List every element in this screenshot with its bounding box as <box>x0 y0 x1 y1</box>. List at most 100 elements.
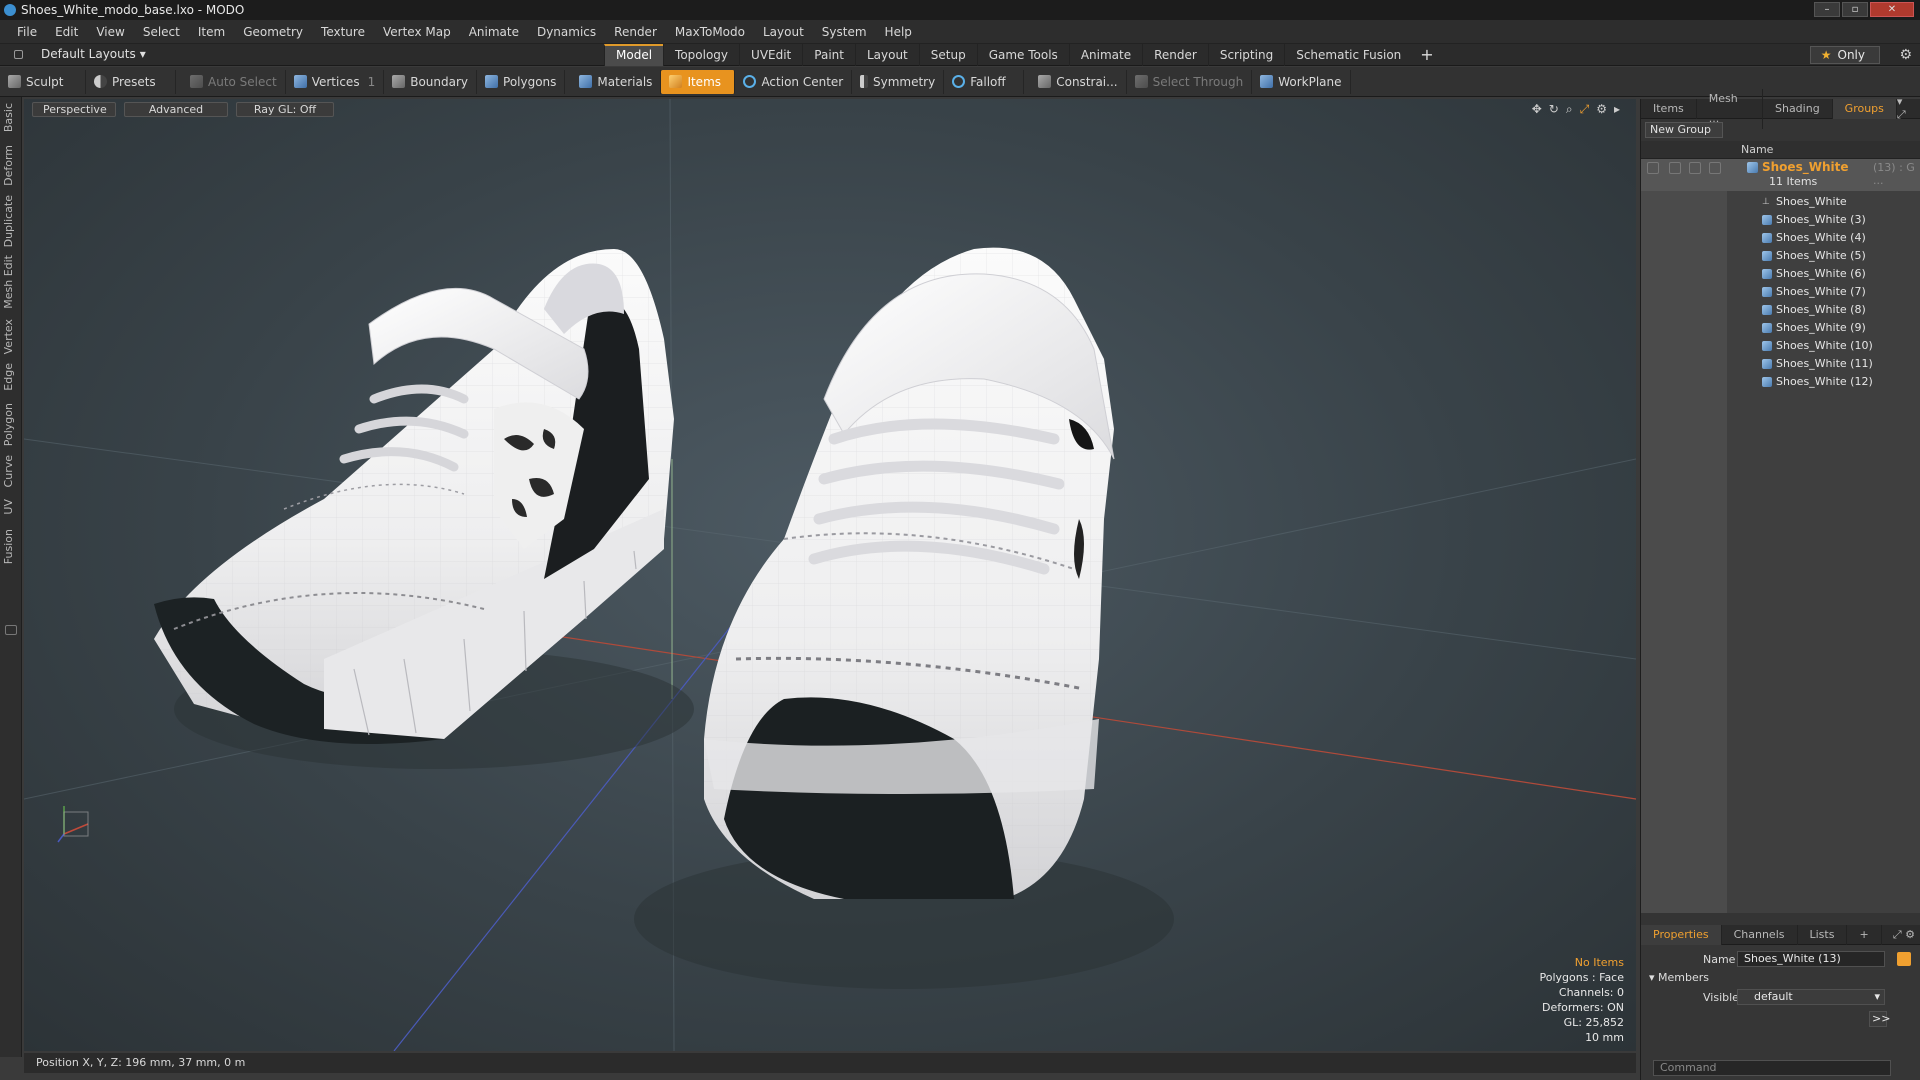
presets-button[interactable]: Presets <box>86 69 176 94</box>
sculpt-button[interactable]: Sculpt <box>0 69 86 94</box>
move-view-icon[interactable]: ✥ <box>1532 102 1542 117</box>
tab-scripting[interactable]: Scripting <box>1207 44 1284 66</box>
3d-viewport[interactable]: Perspective Advanced Ray GL: Off ✥ ↻ ⌕ ⤢… <box>24 99 1636 1051</box>
lock-icon[interactable] <box>1669 162 1681 174</box>
menu-maxtomodo[interactable]: MaxToModo <box>666 20 754 44</box>
menu-texture[interactable]: Texture <box>312 20 374 44</box>
vtab-uv[interactable]: UV <box>2 499 20 515</box>
tab-animate[interactable]: Animate <box>1068 44 1142 66</box>
command-input[interactable]: Command <box>1653 1060 1891 1076</box>
list-item[interactable]: Shoes_White (12) <box>1641 373 1920 391</box>
viewport-settings-icon[interactable]: ⚙ <box>1596 102 1607 117</box>
list-item[interactable]: Shoes_White (9) <box>1641 319 1920 337</box>
name-field[interactable]: Shoes_White (13) <box>1737 951 1885 967</box>
viewport-expand-icon[interactable]: ▸ <box>1614 102 1620 117</box>
tab-render[interactable]: Render <box>1142 44 1208 66</box>
menu-item[interactable]: Item <box>189 20 234 44</box>
vtab-deform[interactable]: Deform <box>2 145 20 186</box>
list-item[interactable]: Shoes_White (4) <box>1641 229 1920 247</box>
group-row[interactable]: Shoes_White (13) : G ... 11 Items <box>1641 159 1920 191</box>
close-button[interactable]: ✕ <box>1870 2 1914 17</box>
tab-uvedit[interactable]: UVEdit <box>739 44 802 66</box>
add-props-tab-button[interactable]: + <box>1847 924 1882 945</box>
menu-layout[interactable]: Layout <box>754 20 813 44</box>
only-button[interactable]: ★ Only <box>1809 46 1880 64</box>
menu-render[interactable]: Render <box>605 20 666 44</box>
list-item[interactable]: Shoes_White (10) <box>1641 337 1920 355</box>
visible-dropdown[interactable]: default ▾ <box>1737 989 1885 1005</box>
vtab-basic[interactable]: Basic <box>2 103 20 132</box>
panel-toggle-icon[interactable] <box>5 625 17 635</box>
name-column-header[interactable]: Name <box>1741 143 1773 156</box>
menu-select[interactable]: Select <box>134 20 189 44</box>
view-type-button[interactable]: Perspective <box>32 102 116 117</box>
boundary-button[interactable]: Boundary <box>384 69 478 94</box>
menu-geometry[interactable]: Geometry <box>234 20 312 44</box>
vtab-polygon[interactable]: Polygon <box>2 403 20 446</box>
list-item[interactable]: Shoes_White (6) <box>1641 265 1920 283</box>
eye-icon[interactable] <box>1647 162 1659 174</box>
members-section[interactable]: ▾ Members <box>1649 971 1709 984</box>
list-item[interactable]: Shoes_White (11) <box>1641 355 1920 373</box>
vertices-button[interactable]: Vertices 1 <box>286 69 385 94</box>
tab-properties[interactable]: Properties <box>1641 924 1722 945</box>
workplane-button[interactable]: WorkPlane <box>1252 69 1351 94</box>
tab-setup[interactable]: Setup <box>918 44 977 66</box>
vtab-vertex[interactable]: Vertex <box>2 319 20 354</box>
props-settings-icon[interactable]: ⤢ ⚙ <box>1893 928 1920 942</box>
list-item[interactable]: Shoes_White (7) <box>1641 283 1920 301</box>
list-item[interactable]: Shoes_White (8) <box>1641 301 1920 319</box>
vtab-mesh-edit[interactable]: Mesh Edit <box>2 255 20 309</box>
add-tab-button[interactable]: + <box>1412 44 1441 66</box>
symmetry-button[interactable]: Symmetry <box>852 69 945 94</box>
minimize-button[interactable]: – <box>1814 2 1840 17</box>
vtab-fusion[interactable]: Fusion <box>2 529 20 564</box>
layout-dropdown[interactable]: Default Layouts ▾ <box>14 47 146 61</box>
vtab-duplicate[interactable]: Duplicate <box>2 195 20 247</box>
polygons-button[interactable]: Polygons <box>477 69 566 94</box>
auto-select-button[interactable]: Auto Select <box>182 69 286 94</box>
menu-dynamics[interactable]: Dynamics <box>528 20 605 44</box>
tab-shading[interactable]: Shading <box>1763 98 1833 119</box>
action-center-button[interactable]: Action Center <box>735 69 853 94</box>
tab-model[interactable]: Model <box>604 44 664 66</box>
vtab-curve[interactable]: Curve <box>2 455 20 487</box>
tab-topology[interactable]: Topology <box>663 44 739 66</box>
menu-animate[interactable]: Animate <box>460 20 528 44</box>
maximize-button[interactable]: ▫ <box>1842 2 1868 17</box>
gear-icon[interactable]: ⚙ <box>1899 47 1912 63</box>
menu-edit[interactable]: Edit <box>46 20 87 44</box>
tab-channels[interactable]: Channels <box>1722 924 1798 945</box>
tab-schematic-fusion[interactable]: Schematic Fusion <box>1284 44 1412 66</box>
fit-view-icon[interactable]: ⤢ <box>1580 102 1590 117</box>
items-button[interactable]: Items <box>661 69 736 94</box>
raygl-button[interactable]: Ray GL: Off <box>236 102 334 117</box>
list-item[interactable]: ⊥ Shoes_White <box>1641 193 1920 211</box>
select-icon[interactable] <box>1709 162 1721 174</box>
menu-file[interactable]: File <box>8 20 46 44</box>
constraints-button[interactable]: Constrai... <box>1030 69 1127 94</box>
tab-groups[interactable]: Groups <box>1832 98 1897 119</box>
tab-paint[interactable]: Paint <box>802 44 855 66</box>
panel-menu-icon[interactable]: ▾ ⤢ <box>1897 95 1920 122</box>
menu-view[interactable]: View <box>87 20 133 44</box>
rotate-view-icon[interactable]: ↻ <box>1549 102 1559 117</box>
zoom-view-icon[interactable]: ⌕ <box>1566 102 1573 117</box>
more-button[interactable]: >> <box>1869 1011 1890 1027</box>
shading-mode-button[interactable]: Advanced <box>124 102 228 117</box>
menu-help[interactable]: Help <box>876 20 921 44</box>
tab-layout[interactable]: Layout <box>854 44 919 66</box>
render-icon[interactable] <box>1689 162 1701 174</box>
vtab-edge[interactable]: Edge <box>2 363 20 391</box>
group-color-swatch[interactable] <box>1897 952 1911 966</box>
tab-lists[interactable]: Lists <box>1798 924 1848 945</box>
list-item[interactable]: Shoes_White (5) <box>1641 247 1920 265</box>
tab-game-tools[interactable]: Game Tools <box>976 44 1069 66</box>
materials-button[interactable]: Materials <box>571 69 662 94</box>
select-through-button[interactable]: Select Through <box>1127 69 1253 94</box>
menu-vertex-map[interactable]: Vertex Map <box>374 20 460 44</box>
falloff-button[interactable]: Falloff <box>944 69 1025 94</box>
tab-items[interactable]: Items <box>1641 98 1697 119</box>
menu-system[interactable]: System <box>813 20 876 44</box>
list-item[interactable]: Shoes_White (3) <box>1641 211 1920 229</box>
